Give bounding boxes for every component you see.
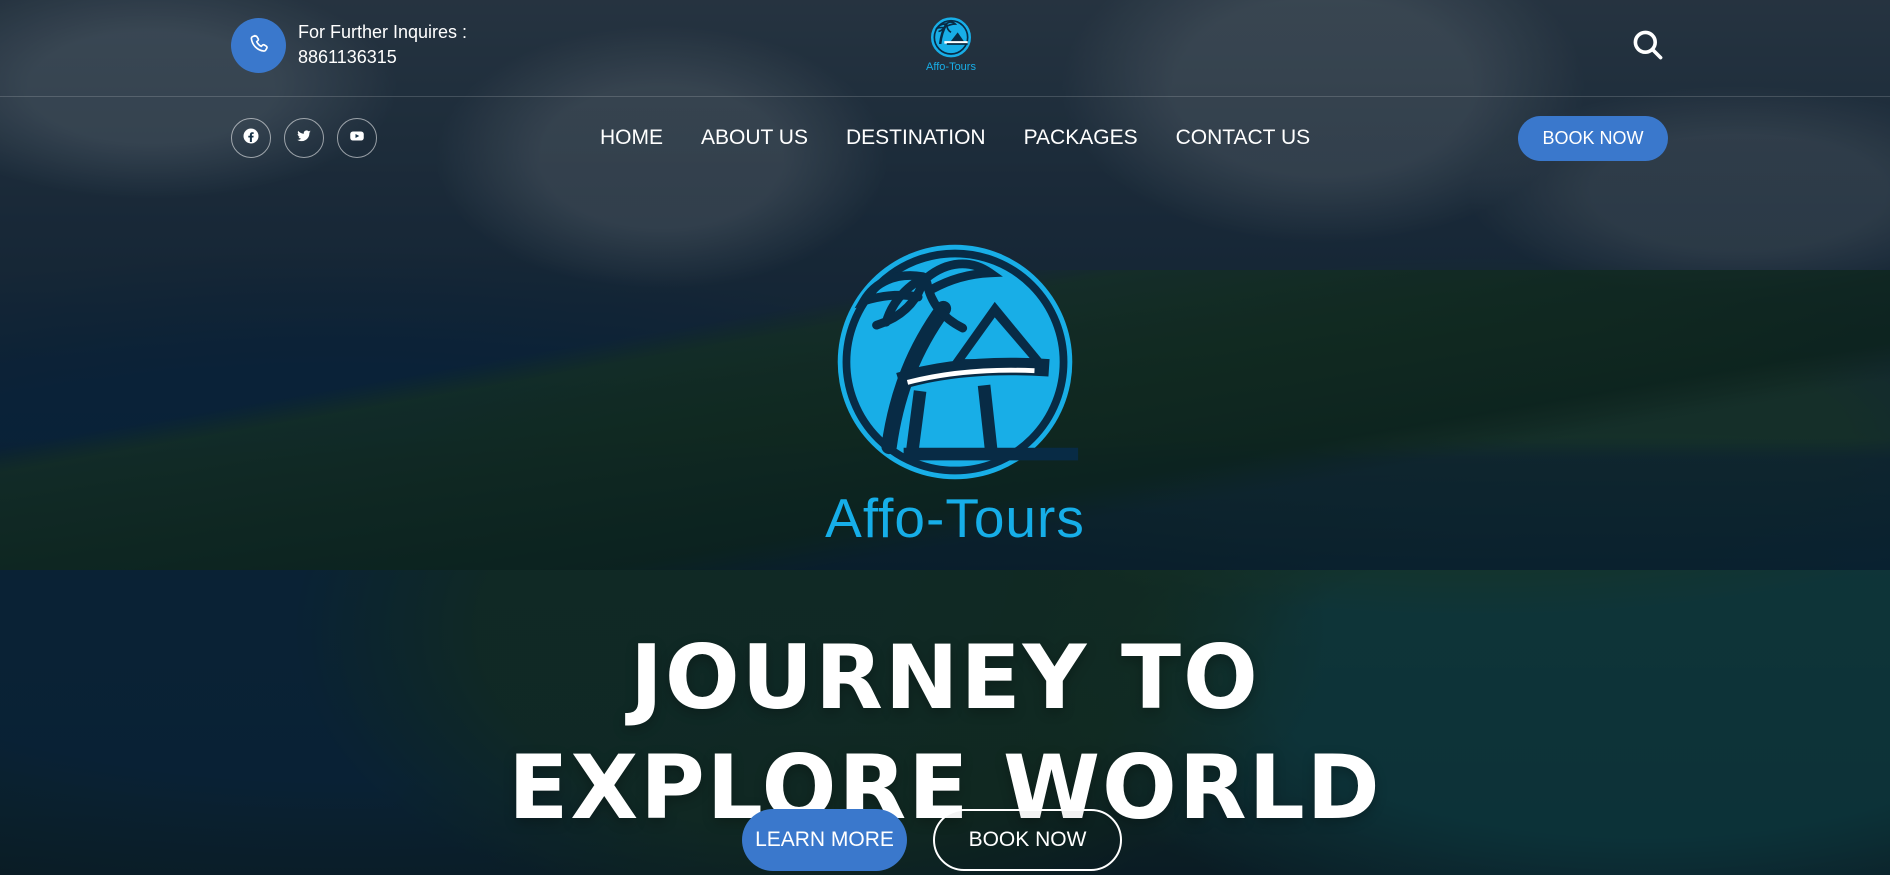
learn-more-button[interactable]: LEARN MORE — [742, 809, 907, 871]
phone-number[interactable]: 8861136315 — [298, 45, 467, 70]
nav-packages[interactable]: PACKAGES — [1024, 126, 1138, 150]
twitter-icon — [295, 127, 313, 149]
affo-tours-logo-icon — [931, 17, 971, 58]
phone-button[interactable] — [231, 18, 286, 73]
youtube-icon — [348, 127, 366, 149]
home-page: For Further Inquires : 8861136315 Affo-T… — [0, 0, 1890, 875]
nav-about-us[interactable]: ABOUT US — [701, 126, 808, 150]
search-button[interactable] — [1630, 27, 1670, 67]
facebook-button[interactable] — [231, 118, 271, 158]
nav-destination[interactable]: DESTINATION — [846, 126, 986, 150]
hero-title-line-1: JOURNEY TO — [630, 625, 1260, 729]
hero-logo-text: Affo-Tours — [825, 487, 1085, 549]
phone-icon — [248, 33, 270, 59]
affo-tours-emblem-icon — [837, 244, 1079, 480]
hero-logo: Affo-Tours — [780, 236, 1130, 551]
book-now-button[interactable]: BOOK NOW — [1518, 116, 1668, 161]
facebook-icon — [242, 127, 260, 149]
logo-text: Affo-Tours — [926, 61, 976, 73]
nav-contact-us[interactable]: CONTACT US — [1176, 126, 1311, 150]
primary-menu: HOME ABOUT US DESTINATION PACKAGES CONTA… — [600, 126, 1310, 150]
hero-actions: LEARN MORE BOOK NOW — [742, 809, 1122, 871]
twitter-button[interactable] — [284, 118, 324, 158]
inquiry-contact: For Further Inquires : 8861136315 — [298, 20, 467, 70]
youtube-button[interactable] — [337, 118, 377, 158]
nav-home[interactable]: HOME — [600, 126, 663, 150]
search-icon — [1630, 30, 1666, 67]
main-navigation: HOME ABOUT US DESTINATION PACKAGES CONTA… — [0, 96, 1890, 184]
hero-book-now-button[interactable]: BOOK NOW — [933, 809, 1122, 871]
site-logo[interactable]: Affo-Tours — [916, 14, 986, 78]
inquiry-label: For Further Inquires : — [298, 22, 468, 42]
top-header: For Further Inquires : 8861136315 Affo-T… — [0, 0, 1890, 97]
